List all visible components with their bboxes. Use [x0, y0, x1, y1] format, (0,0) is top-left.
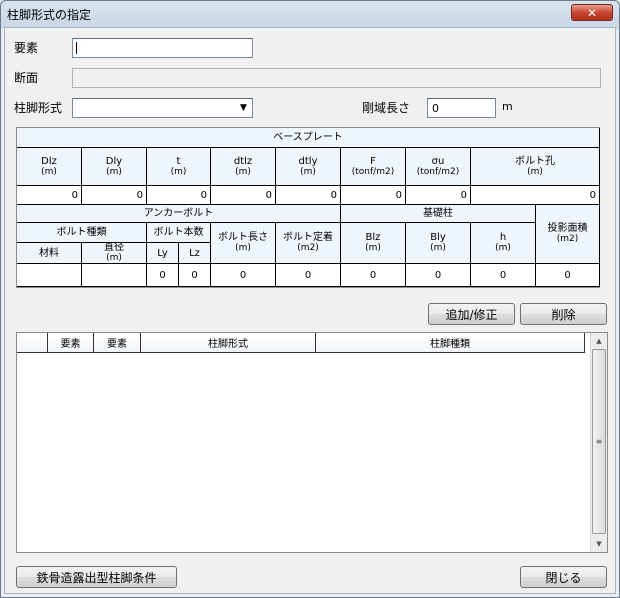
bolt-type-title: ボルト種類 — [17, 223, 147, 243]
col-header-f: F (tonf/m2) — [341, 148, 406, 186]
grip-icon: ≡ — [595, 437, 603, 446]
dialog-window: 柱脚形式の指定 ✕ 要素 断面 柱脚形式 ▼ 剛域長さ 0 m ベースプレート — [0, 0, 620, 598]
close-button[interactable]: 閉じる — [520, 566, 607, 588]
cell-projected-area[interactable]: 0 — [536, 264, 600, 287]
section-label: 断面 — [14, 71, 39, 85]
base-type-label: 柱脚形式 — [14, 101, 63, 115]
rigid-length-input[interactable]: 0 — [427, 98, 496, 118]
cell-lz[interactable]: 0 — [179, 264, 211, 287]
base-plate-grid: ベースプレート Dlz (m) Dly (m) t (m) dtlz (m) dtly(… — [16, 127, 600, 288]
chevron-down-icon[interactable]: ▼ — [236, 100, 251, 116]
delete-button[interactable]: 削除 — [520, 303, 607, 325]
col-header-dtly: dtly (m) — [276, 148, 341, 186]
cell-blz[interactable]: 0 — [341, 264, 406, 287]
col-header-bolt-anchorage: ボルト定着 (m2) — [276, 223, 341, 264]
cell-bolt-anchorage[interactable]: 0 — [276, 264, 341, 287]
col-header-su: σu (tonf/m2) — [406, 148, 471, 186]
close-icon: ✕ — [586, 5, 598, 20]
col-header-diameter: 直径 (m) — [82, 243, 147, 264]
cell-dlz[interactable]: 0 — [17, 186, 82, 205]
rigid-length-label: 剛域長さ — [362, 101, 411, 115]
cell-f[interactable]: 0 — [341, 186, 406, 205]
col-header-bolt-hole: ボルト孔 (m) — [471, 148, 600, 186]
rigid-length-unit: m — [502, 100, 513, 113]
element-input[interactable] — [72, 38, 253, 58]
window-title: 柱脚形式の指定 — [7, 7, 92, 22]
close-window-button[interactable]: ✕ — [571, 4, 613, 21]
list-col-header-element-2[interactable]: 要素 — [94, 333, 141, 353]
scroll-up-icon[interactable]: ▲ — [591, 333, 607, 349]
bolt-count-title: ボルト本数 — [147, 223, 211, 243]
list-col-header-element-1[interactable]: 要素 — [48, 333, 94, 353]
base-plate-title: ベースプレート — [17, 128, 600, 148]
col-header-bly: Bly (m) — [406, 223, 471, 264]
section-field — [72, 68, 601, 88]
dialog-client-area: 要素 断面 柱脚形式 ▼ 剛域長さ 0 m ベースプレート Dlz (m) Dly… — [4, 27, 616, 594]
col-header-h: h (m) — [471, 223, 536, 264]
cell-dly[interactable]: 0 — [82, 186, 147, 205]
add-modify-button[interactable]: 追加/修正 — [428, 303, 515, 325]
cell-h[interactable]: 0 — [471, 264, 536, 287]
scrollbar-thumb[interactable]: ≡ — [592, 349, 606, 534]
title-bar: 柱脚形式の指定 ✕ — [1, 1, 619, 27]
cell-t[interactable]: 0 — [147, 186, 211, 205]
record-list[interactable]: 要素 要素 柱脚形式 柱脚種類 ▲ ≡ ▼ — [16, 332, 608, 553]
col-header-material: 材料 — [17, 243, 82, 264]
col-header-dtlz: dtlz (m) — [211, 148, 276, 186]
list-col-header-blank[interactable] — [17, 333, 48, 353]
scroll-down-icon[interactable]: ▼ — [591, 536, 607, 552]
cell-bolt-hole[interactable]: 0 — [471, 186, 600, 205]
list-col-header-base-kind[interactable]: 柱脚種類 — [316, 333, 585, 353]
col-header-projected-area: 投影面積 (m2) — [536, 205, 600, 264]
element-label: 要素 — [14, 41, 39, 55]
base-type-select[interactable]: ▼ — [72, 98, 253, 118]
cell-dtlz[interactable]: 0 — [211, 186, 276, 205]
cell-bolt-length[interactable]: 0 — [211, 264, 276, 287]
text-caret — [76, 42, 77, 54]
col-header-t: t (m) — [147, 148, 211, 186]
col-header-bolt-length: ボルト長さ (m) — [211, 223, 276, 264]
cell-diameter[interactable] — [82, 264, 147, 287]
steel-exposed-base-conditions-button[interactable]: 鉄骨造露出型柱脚条件 — [16, 566, 177, 588]
cell-su[interactable]: 0 — [406, 186, 471, 205]
col-header-blz: Blz (m) — [341, 223, 406, 264]
cell-dtly[interactable]: 0 — [276, 186, 341, 205]
col-header-dly: Dly (m) — [82, 148, 147, 186]
col-header-ly: Ly — [147, 243, 179, 264]
list-col-header-base-type[interactable]: 柱脚形式 — [141, 333, 316, 353]
col-header-dlz: Dlz (m) — [17, 148, 82, 186]
vertical-scrollbar[interactable]: ▲ ≡ ▼ — [590, 333, 607, 552]
cell-bly[interactable]: 0 — [406, 264, 471, 287]
list-header: 要素 要素 柱脚形式 柱脚種類 — [17, 333, 591, 353]
anchor-bolt-title: アンカーボルト — [17, 205, 341, 223]
col-header-lz: Lz — [179, 243, 211, 264]
foundation-title: 基礎柱 — [341, 205, 536, 223]
cell-ly[interactable]: 0 — [147, 264, 179, 287]
cell-material[interactable] — [17, 264, 82, 287]
